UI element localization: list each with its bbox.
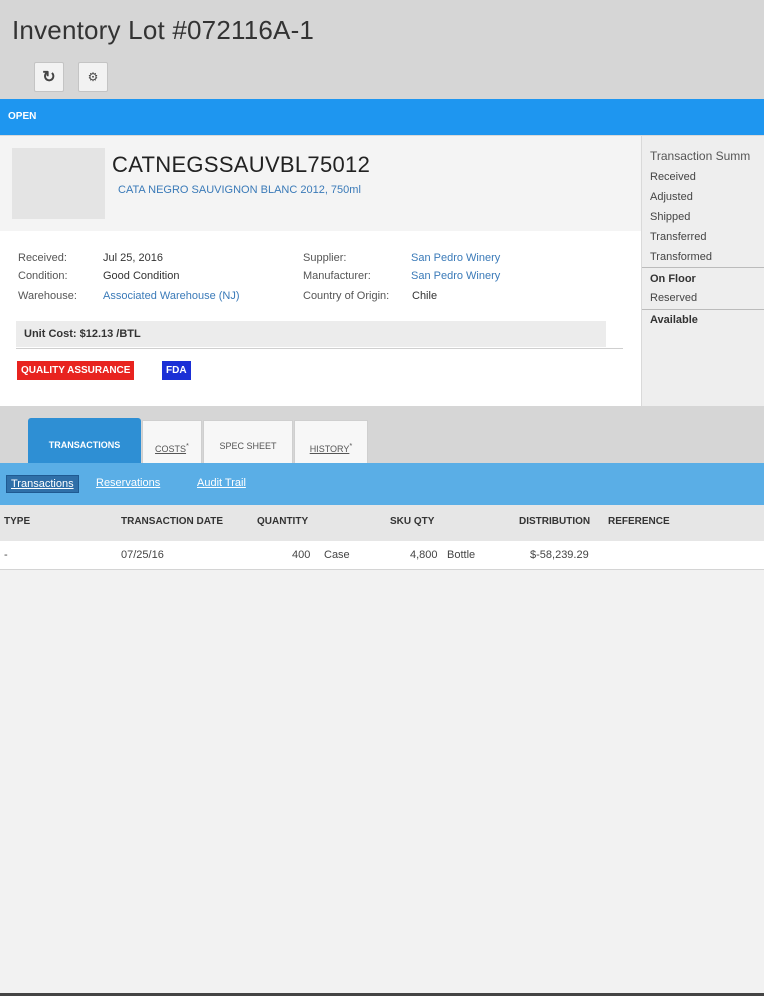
manufacturer-label: Manufacturer:	[303, 270, 371, 282]
status-label: OPEN	[8, 111, 37, 122]
cell-quantity: 400	[292, 549, 311, 561]
warehouse-label: Warehouse:	[18, 290, 77, 302]
warehouse-row: Warehouse:	[18, 290, 77, 302]
tab-label: COSTS	[155, 444, 187, 454]
cell-transaction-date: 07/25/16	[121, 549, 164, 561]
warehouse-link[interactable]: Associated Warehouse (NJ)	[103, 290, 240, 302]
transaction-summary-panel: Transaction Summ Received Adjusted Shipp…	[642, 136, 764, 406]
summary-available: Available	[650, 314, 698, 326]
product-description-link[interactable]: CATA NEGRO SAUVIGNON BLANC 2012, 750ml	[118, 184, 361, 196]
tab-history[interactable]: HISTORY*	[294, 420, 368, 463]
divider	[16, 348, 623, 349]
supplier-row: Supplier:	[303, 252, 346, 264]
table-row[interactable]: - 07/25/16 400 Case 4,800 Bottle $-58,23…	[0, 541, 764, 570]
status-bar: OPEN	[0, 99, 764, 135]
summary-title: Transaction Summ	[650, 149, 751, 163]
tab-mark: *	[186, 441, 189, 450]
condition-value: Good Condition	[103, 270, 180, 282]
column-header-quantity[interactable]: QUANTITY	[257, 516, 308, 527]
tab-transactions[interactable]: TRANSACTIONS	[28, 418, 141, 463]
cell-sku-unit: Bottle	[447, 549, 476, 561]
tab-label: TRANSACTIONS	[48, 440, 121, 450]
summary-divider	[642, 267, 764, 268]
tab-mark: *	[349, 441, 353, 450]
received-row: Received:	[18, 252, 67, 264]
cell-type: -	[4, 549, 8, 561]
subnav-audit-trail[interactable]: Audit Trail	[197, 477, 246, 489]
refresh-icon: ↻	[42, 69, 56, 86]
origin-row: Country of Origin:	[303, 290, 389, 302]
fda-tag: FDA	[162, 361, 191, 380]
summary-received: Received	[650, 171, 696, 183]
unit-cost: Unit Cost: $12.13 /BTL	[16, 321, 606, 347]
manufacturer-row: Manufacturer:	[303, 270, 371, 282]
tab-label: HISTORY	[309, 444, 350, 454]
tab-bar: TRANSACTIONS COSTS* SPEC SHEET HISTORY*	[0, 406, 764, 463]
settings-button[interactable]: ⚙	[78, 62, 108, 92]
subnav-transactions[interactable]: Transactions	[6, 475, 79, 493]
summary-transformed: Transformed	[650, 251, 712, 263]
cell-distribution: $-58,239.29	[530, 549, 589, 561]
condition-row: Condition:	[18, 270, 68, 282]
summary-reserved: Reserved	[650, 292, 698, 304]
cell-sku-qty: 4,800	[410, 549, 438, 561]
column-header-transaction-date[interactable]: TRANSACTION DATE	[121, 516, 223, 527]
condition-label: Condition:	[18, 270, 68, 282]
supplier-link[interactable]: San Pedro Winery	[411, 252, 500, 264]
column-header-reference[interactable]: REFERENCE	[608, 516, 670, 527]
summary-shipped: Shipped	[650, 211, 691, 223]
tab-label: SPEC SHEET	[219, 441, 277, 451]
origin-value: Chile	[412, 290, 438, 302]
manufacturer-link[interactable]: San Pedro Winery	[411, 270, 500, 282]
tab-spec-sheet[interactable]: SPEC SHEET	[203, 420, 293, 463]
column-header-type[interactable]: TYPE	[4, 516, 30, 527]
refresh-button[interactable]: ↻	[34, 62, 64, 92]
summary-transferred: Transferred	[650, 231, 707, 243]
summary-divider	[642, 309, 764, 310]
received-value: Jul 25, 2016	[103, 252, 163, 264]
page-title: Inventory Lot #072116A-1	[12, 15, 315, 45]
subnav-reservations[interactable]: Reservations	[96, 477, 160, 489]
supplier-label: Supplier:	[303, 252, 347, 264]
received-label: Received:	[18, 252, 67, 264]
tab-costs[interactable]: COSTS*	[142, 420, 202, 463]
cell-quantity-unit: Case	[324, 549, 350, 561]
column-header-sku-qty[interactable]: SKU QTY	[390, 516, 434, 527]
product-thumbnail	[12, 148, 105, 219]
gear-icon: ⚙	[87, 70, 99, 84]
origin-label: Country of Origin:	[303, 290, 390, 302]
quality-assurance-tag: QUALITY ASSURANCE	[17, 361, 135, 380]
product-sku: CATNEGSSAUVBL75012	[112, 152, 371, 177]
summary-on-floor: On Floor	[650, 273, 696, 285]
grid-body-empty	[0, 570, 764, 994]
column-header-distribution[interactable]: DISTRIBUTION	[519, 516, 590, 527]
grid-header: TYPE TRANSACTION DATE QUANTITY SKU QTY D…	[0, 505, 764, 541]
sub-navigation: Transactions Reservations Audit Trail	[0, 463, 764, 505]
summary-adjusted: Adjusted	[650, 191, 693, 203]
lot-detail-panel: CATNEGSSAUVBL75012 CATA NEGRO SAUVIGNON …	[0, 136, 641, 406]
